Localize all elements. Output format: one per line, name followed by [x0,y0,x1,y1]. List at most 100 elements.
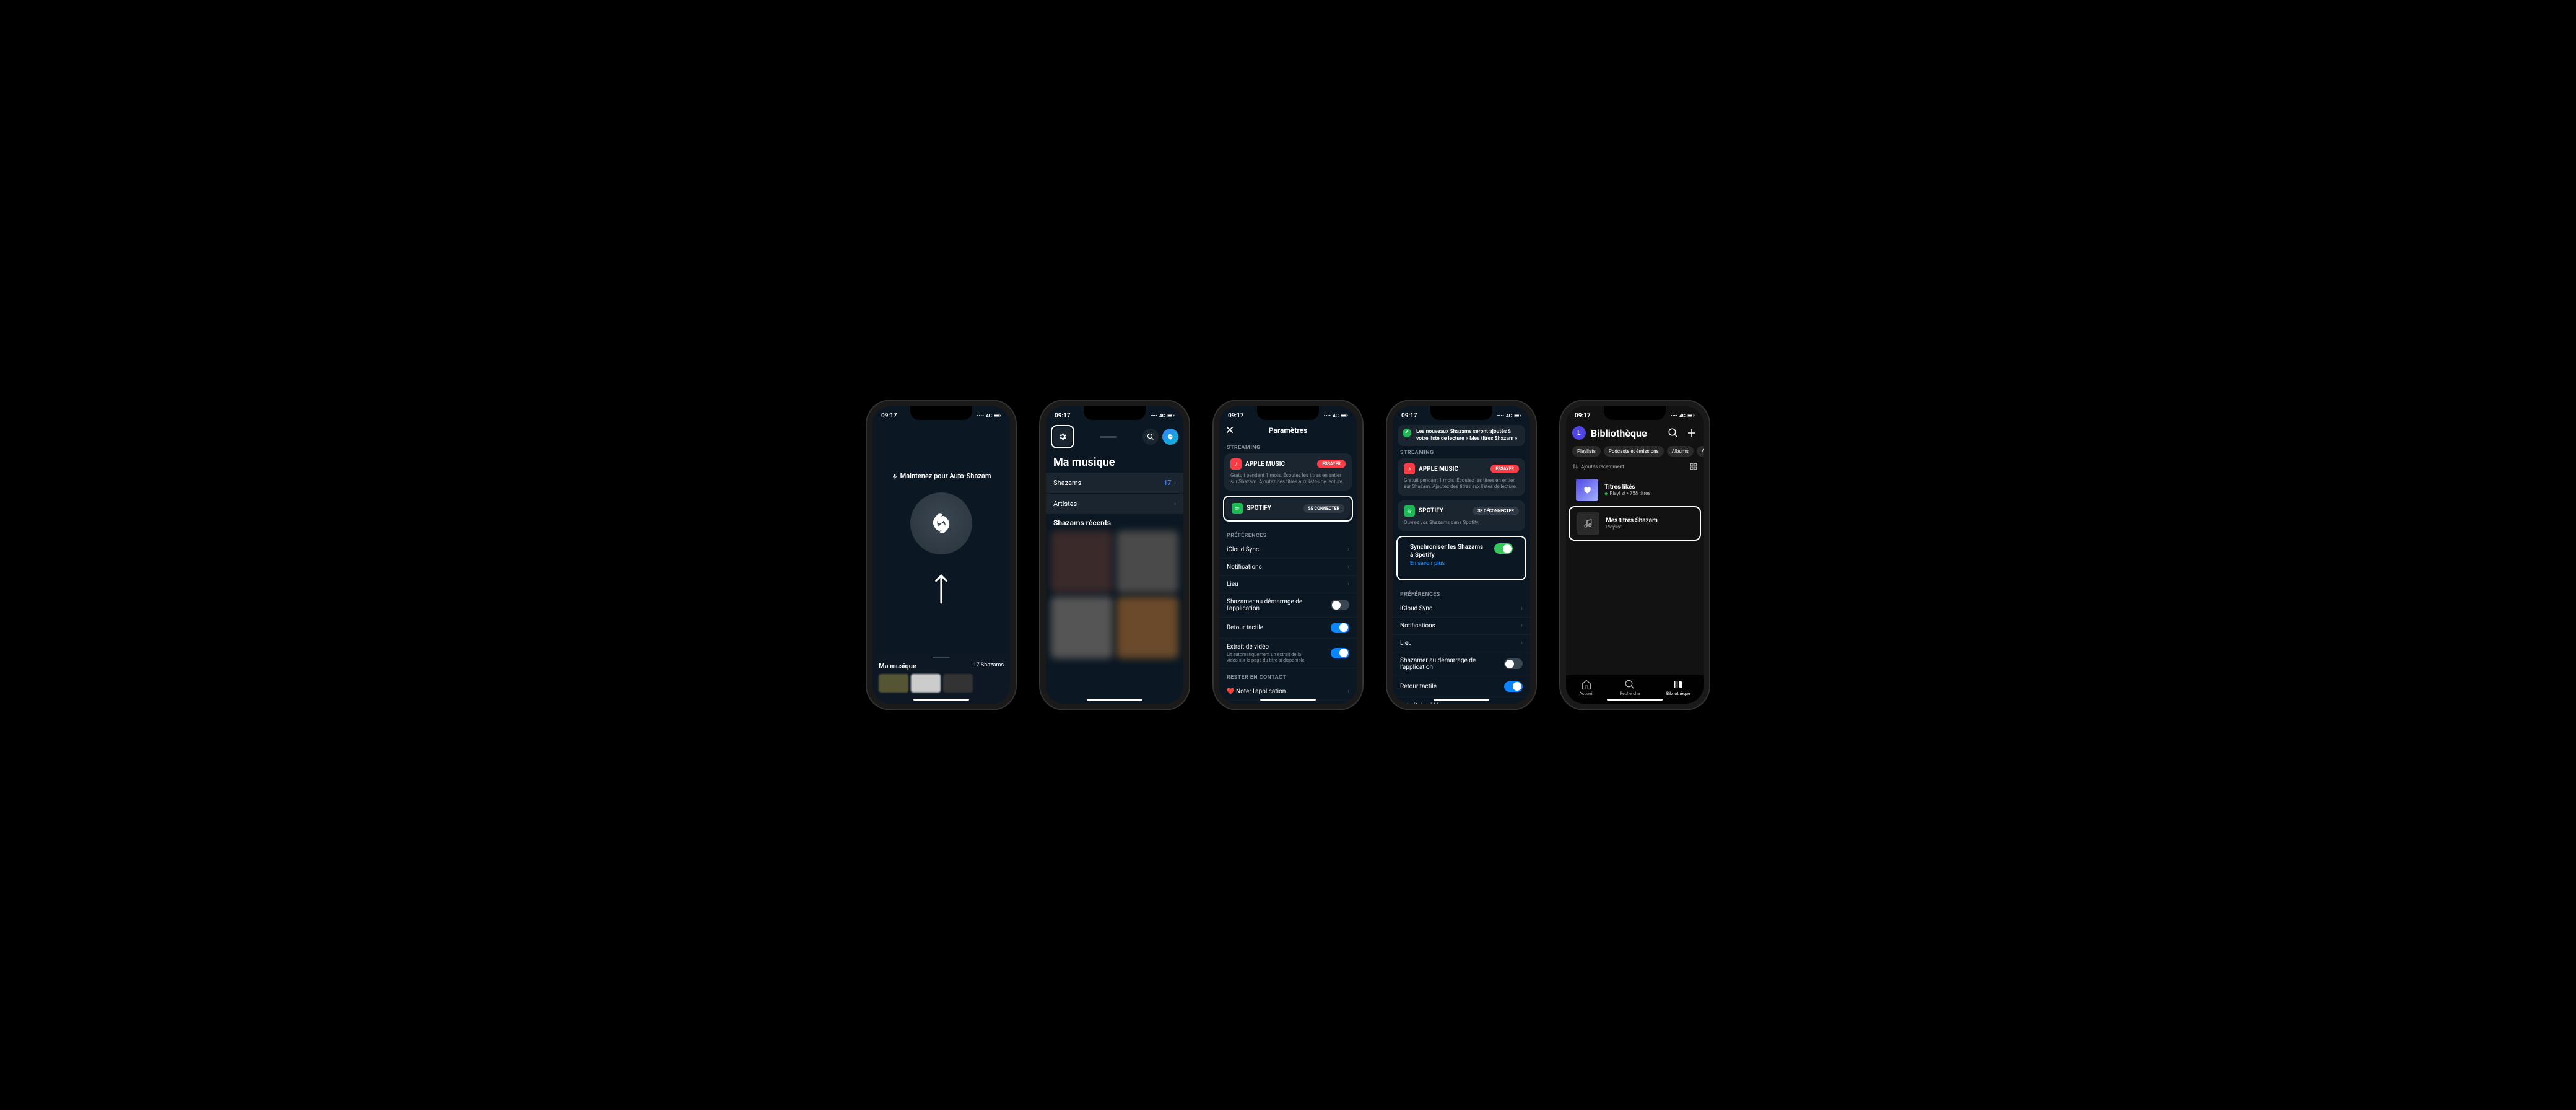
nav-library[interactable]: Bibliothèque [1666,679,1690,696]
spotify-card-highlight: SPOTIFY SE CONNECTER [1223,496,1353,522]
home-indicator[interactable] [1607,699,1663,701]
playlist-icon [1577,512,1599,535]
recent-grid [1046,531,1183,658]
apple-music-try-button[interactable]: ESSAYER [1490,465,1519,473]
album-tile[interactable] [1051,531,1113,593]
chevron-right-icon: › [1347,688,1349,695]
pref-icloud[interactable]: iCloud Sync› [1219,541,1357,559]
search-button[interactable] [1142,429,1159,445]
pref-rate-app[interactable]: ❤️ Noter l'application › [1219,683,1357,701]
library-item-liked[interactable]: Titres likés ◆Playlist • 758 titres [1570,475,1700,505]
notch [1257,406,1319,420]
home-indicator[interactable] [1087,699,1142,701]
close-icon [1225,426,1234,434]
chevron-right-icon: › [1174,500,1176,508]
nav-row-artists[interactable]: Artistes › [1046,494,1183,515]
home-indicator[interactable] [1260,699,1316,701]
chevron-right-icon: › [1347,564,1349,570]
plus-icon[interactable] [1686,427,1697,439]
pref-haptic: Retour tactile [1393,676,1530,697]
notch [1604,406,1666,420]
filter-chips: Playlists Podcasts et émissions Albums A… [1566,444,1704,459]
check-icon: ✓ [1403,429,1411,437]
chip-artists[interactable]: Artistes [1697,446,1704,457]
pin-icon: ◆ [1604,491,1608,496]
spotify-header: L Bibliothèque [1566,422,1704,444]
shazam-icon [1166,432,1175,441]
library-title: Bibliothèque [1591,427,1647,439]
chevron-right-icon: › [1347,546,1349,553]
startup-toggle[interactable] [1331,600,1349,610]
nav-search[interactable]: Recherche [1620,679,1640,696]
chevron-right-icon: › [1174,479,1176,487]
haptic-toggle[interactable] [1331,623,1349,633]
learn-more-link[interactable]: En savoir plus [1410,561,1483,568]
pref-startup: Shazamer au démarrage de l'application [1219,593,1357,618]
sync-toggle[interactable] [1494,543,1513,554]
video-toggle[interactable] [1331,648,1349,658]
shazam-button[interactable] [910,492,972,554]
phone-screen-2: 09:17 ••••4G Ma musique Shazams [1040,401,1189,709]
shazam-playlist-highlight: Mes titres Shazam Playlist [1569,506,1701,541]
my-music-drawer[interactable]: Ma musique 17 Shazams [872,654,1010,704]
settings-button[interactable] [1053,427,1072,446]
album-tile[interactable] [1116,597,1178,658]
home-indicator[interactable] [1434,699,1489,701]
haptic-toggle[interactable] [1504,681,1523,692]
gear-icon [1058,432,1067,441]
apple-music-icon: ♪ [1404,463,1415,474]
nav-row-shazams[interactable]: Shazams 17› [1046,473,1183,494]
chip-playlists[interactable]: Playlists [1572,446,1601,457]
shazam-mini-button[interactable] [1162,429,1178,445]
status-time: 09:17 [881,413,897,419]
apple-music-card: ♪ APPLE MUSIC ESSAYER Gratuit pendant 1 … [1224,453,1352,491]
startup-toggle[interactable] [1504,658,1523,669]
sort-row[interactable]: Ajoutés récemment [1566,459,1704,474]
page-title: Ma musique [1046,451,1183,473]
library-item-shazam[interactable]: Mes titres Shazam Playlist [1571,509,1699,538]
phone-screen-4: 09:17 ••••4G ✓ Les nouveaux Shazams sero… [1387,401,1536,709]
shazam-count: 17 Shazams [973,662,1004,670]
chip-albums[interactable]: Albums [1667,446,1694,457]
library-icon [1673,679,1684,690]
streaming-section-label: STREAMING [1393,448,1530,458]
spotify-disconnect-button[interactable]: SE DÉCONNECTER [1473,507,1519,515]
grid-view-icon[interactable] [1690,463,1697,470]
album-tile[interactable] [1116,531,1178,593]
home-icon [1581,679,1592,690]
drawer-handle[interactable] [1100,436,1117,438]
pref-icloud[interactable]: iCloud Sync› [1393,600,1530,618]
pref-location[interactable]: Lieu› [1393,635,1530,652]
chip-podcasts[interactable]: Podcasts et émissions [1604,446,1664,457]
notch [1430,406,1492,420]
apple-music-try-button[interactable]: ESSAYER [1317,460,1346,468]
settings-title: Paramètres [1269,426,1307,435]
spotify-connect-button[interactable]: SE CONNECTER [1303,504,1344,513]
settings-button-highlight [1051,425,1074,448]
apple-music-icon: ♪ [1230,458,1242,470]
close-button[interactable] [1225,426,1234,436]
pref-notifications[interactable]: Notifications› [1219,559,1357,576]
sort-icon [1572,463,1578,470]
shazam-logo-icon [926,508,957,539]
home-indicator[interactable] [913,699,969,701]
pref-location[interactable]: Lieu› [1219,576,1357,593]
mic-icon [892,473,898,479]
pref-notifications[interactable]: Notifications› [1393,618,1530,635]
streaming-section-label: STREAMING [1219,439,1357,453]
prefs-section-label: PRÉFÉRENCES [1393,585,1530,600]
status-indicators: ••••4G [977,413,1001,419]
search-icon [1147,433,1154,440]
spotify-card: SPOTIFY SE DÉCONNECTER Ouvrez vos Shazam… [1398,500,1525,531]
liked-songs-icon [1576,479,1598,501]
profile-avatar[interactable]: L [1572,426,1586,440]
contact-section-label: RESTER EN CONTACT [1219,668,1357,683]
drawer-handle[interactable] [933,657,950,658]
nav-home[interactable]: Accueil [1579,679,1593,696]
phone-screen-1: 09:17 ••••4G Maintenez pour Auto-Shazam … [867,401,1016,709]
chevron-right-icon: › [1347,581,1349,588]
apple-music-card: ♪ APPLE MUSIC ESSAYER Gratuit pendant 1 … [1398,458,1525,496]
phone-screen-5: 09:17 ••••4G L Bibliothèque Playlists Po… [1560,401,1709,709]
album-tile[interactable] [1051,597,1113,658]
search-icon[interactable] [1668,427,1679,439]
